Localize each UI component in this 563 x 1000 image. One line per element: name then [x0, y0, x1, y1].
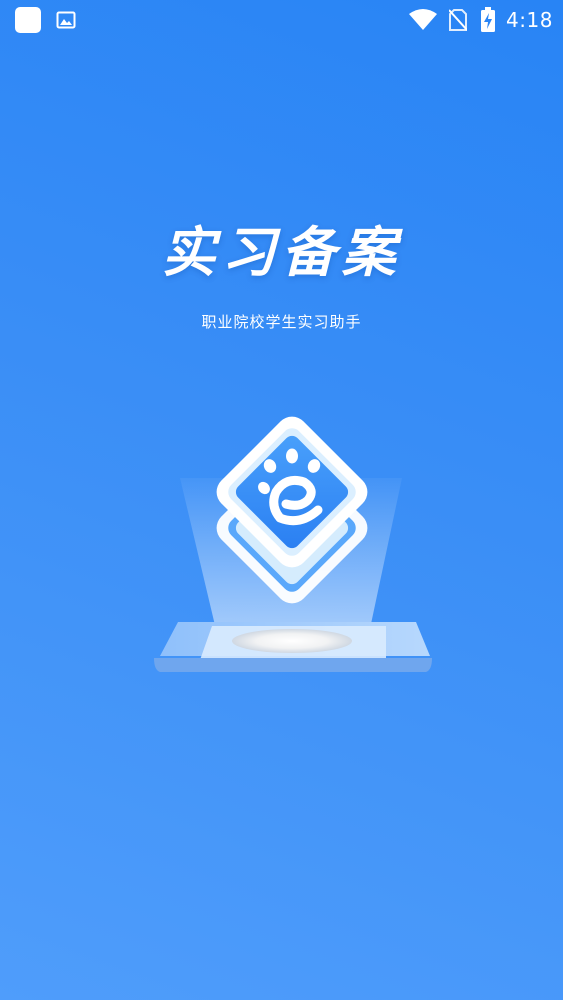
no-sim-icon: [449, 9, 467, 31]
app-square-icon: [15, 7, 41, 33]
status-bar: 4:18: [0, 0, 563, 40]
wifi-icon: [409, 9, 437, 30]
platform: [154, 622, 432, 672]
app-title: 实习备案: [161, 221, 402, 284]
image-notification-icon: [56, 11, 76, 29]
hero-illustration: [154, 416, 432, 672]
app-subtitle: 职业院校学生实习助手: [201, 313, 362, 331]
status-time: 4:18: [506, 8, 553, 32]
battery-charging-icon: [481, 7, 495, 32]
